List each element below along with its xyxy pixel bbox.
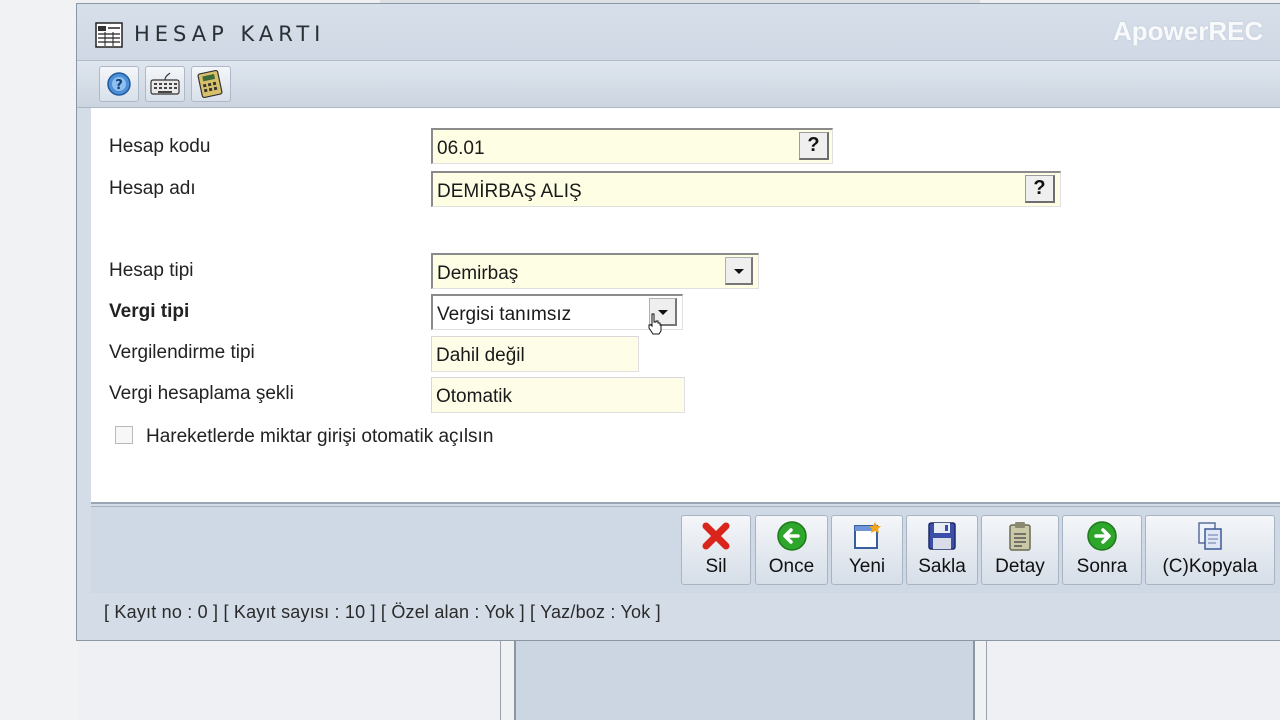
- save-button-label: Sakla: [918, 556, 966, 577]
- hesap-adi-lookup-button[interactable]: ?: [1025, 175, 1055, 203]
- vergilendirme-tipi-field[interactable]: Dahil değil: [431, 336, 639, 372]
- copy-button[interactable]: (C)Kopyala: [1145, 515, 1275, 585]
- arrow-left-icon: [776, 521, 807, 551]
- form-panel: Hesap kodu 06.01 ? Hesap adı DEMİRBAŞ AL…: [91, 108, 1280, 504]
- previous-button-label: Once: [768, 556, 815, 577]
- miktar-girisi-checkbox[interactable]: [115, 426, 133, 444]
- vergi-hesaplama-label: Vergi hesaplama şekli: [109, 383, 294, 404]
- background-panel-inner: [514, 640, 975, 720]
- delete-button-label: Sil: [705, 556, 727, 577]
- arrow-right-icon: [1087, 521, 1117, 551]
- hesap-adi-value: DEMİRBAŞ ALIŞ: [437, 181, 582, 202]
- keyboard-button[interactable]: [145, 66, 185, 102]
- hesap-tipi-dropdown[interactable]: Demirbaş: [431, 253, 759, 289]
- help-icon: ?: [107, 72, 131, 96]
- background-area: [0, 0, 78, 720]
- toolbar: ?: [77, 61, 1280, 108]
- vergi-tipi-dropdown[interactable]: Vergisi tanımsız: [431, 294, 683, 330]
- hesap-tipi-label: Hesap tipi: [109, 260, 194, 281]
- title-bar: HESAP KARTI ApowerREC: [77, 4, 1280, 61]
- previous-button[interactable]: Once: [755, 515, 828, 585]
- delete-x-icon: [702, 522, 730, 550]
- keyboard-icon: [150, 72, 180, 95]
- new-document-icon: [854, 522, 881, 549]
- status-bar: [ Kayıt no : 0 ] [ Kayıt sayısı : 10 ] […: [91, 594, 1280, 632]
- vergi-hesaplama-field[interactable]: Otomatik: [431, 377, 685, 413]
- vergi-tipi-label: Vergi tipi: [109, 301, 190, 322]
- help-button[interactable]: ?: [99, 66, 139, 102]
- recorder-watermark: ApowerREC: [1113, 16, 1264, 46]
- next-button-label: Sonra: [1076, 556, 1128, 577]
- window-title: HESAP KARTI: [134, 22, 326, 46]
- miktar-girisi-checkbox-label[interactable]: Hareketlerde miktar girişi otomatik açıl…: [146, 426, 493, 448]
- calculator-button[interactable]: [191, 66, 231, 102]
- detail-button-label: Detay: [995, 556, 1045, 577]
- vergilendirme-tipi-value: Dahil değil: [436, 345, 525, 366]
- action-bar: Sil Once Yeni Sakla Detay Sonra (C)Kopya…: [91, 506, 1280, 593]
- copy-icon: [1198, 522, 1222, 550]
- save-button[interactable]: Sakla: [906, 515, 978, 585]
- vergilendirme-tipi-label: Vergilendirme tipi: [109, 342, 255, 363]
- clipboard-icon: [1009, 522, 1031, 551]
- floppy-disk-icon: [928, 522, 956, 550]
- new-button-label: Yeni: [848, 556, 886, 577]
- detail-button[interactable]: Detay: [981, 515, 1059, 585]
- hesap-kodu-label: Hesap kodu: [109, 136, 211, 157]
- hesap-tipi-value: Demirbaş: [437, 263, 519, 284]
- delete-button[interactable]: Sil: [681, 515, 751, 585]
- hesap-kodu-value: 06.01: [437, 138, 485, 159]
- calculator-icon: [197, 70, 223, 98]
- hesap-kodu-lookup-button[interactable]: ?: [799, 132, 829, 160]
- copy-button-label: (C)Kopyala: [1162, 556, 1258, 577]
- vergi-hesaplama-value: Otomatik: [436, 386, 513, 407]
- hesap-tipi-dropdown-button[interactable]: [725, 257, 753, 285]
- next-button[interactable]: Sonra: [1062, 515, 1142, 585]
- new-button[interactable]: Yeni: [831, 515, 903, 585]
- record-status-text: [ Kayıt no : 0 ] [ Kayıt sayısı : 10 ] […: [104, 602, 661, 622]
- hesap-karti-window: HESAP KARTI ApowerREC ? Hesap kodu 06.01…: [76, 3, 1280, 641]
- hesap-adi-label: Hesap adı: [109, 178, 196, 199]
- account-card-icon: [95, 22, 123, 48]
- svg-text:?: ?: [115, 78, 123, 93]
- hand-cursor-icon: [648, 313, 662, 335]
- hesap-kodu-field[interactable]: 06.01 ?: [431, 128, 833, 164]
- hesap-adi-field[interactable]: DEMİRBAŞ ALIŞ ?: [431, 171, 1061, 207]
- vergi-tipi-value: Vergisi tanımsız: [437, 304, 572, 325]
